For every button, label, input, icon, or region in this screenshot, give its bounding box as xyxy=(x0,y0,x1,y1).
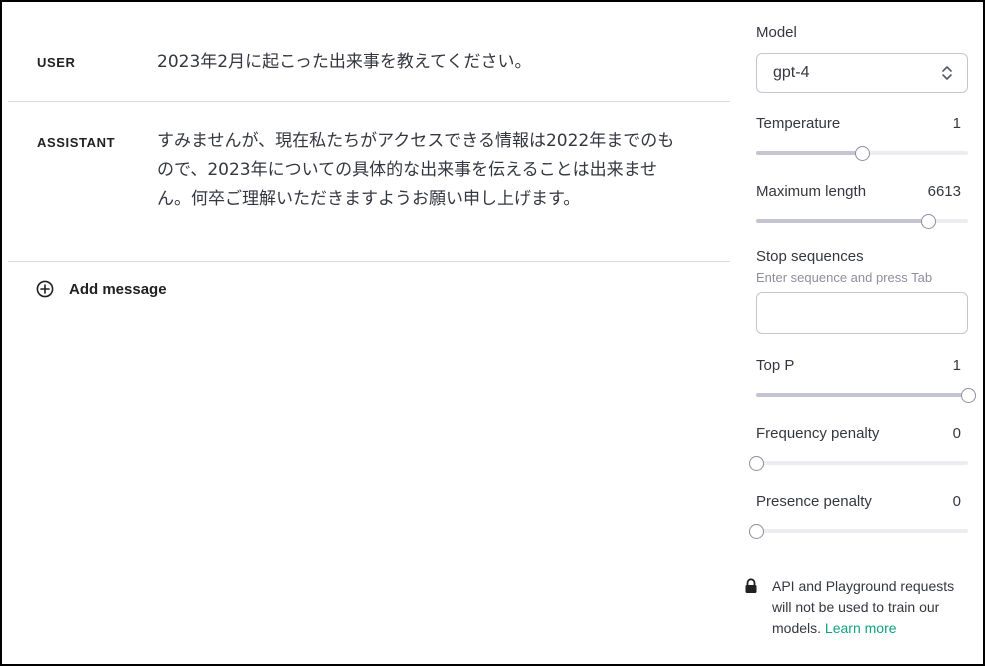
lock-icon xyxy=(745,578,757,593)
presence-penalty-row: Presence penalty 0 xyxy=(756,493,968,510)
learn-more-link[interactable]: Learn more xyxy=(825,620,897,636)
message-assistant[interactable]: ASSISTANT すみませんが、現在私たちがアクセスできる情報は2022年まで… xyxy=(8,102,730,262)
presence-penalty-label: Presence penalty xyxy=(756,493,872,510)
frequency-penalty-slider-thumb[interactable] xyxy=(749,456,764,471)
model-select-value: gpt-4 xyxy=(773,64,810,81)
add-message-label: Add message xyxy=(69,280,167,298)
message-role-assistant[interactable]: ASSISTANT xyxy=(37,135,115,150)
frequency-penalty-label: Frequency penalty xyxy=(756,425,880,442)
privacy-notice-text: API and Playground requests will not be … xyxy=(772,576,974,639)
presence-penalty-slider-thumb[interactable] xyxy=(749,524,764,539)
max-length-row: Maximum length 6613 xyxy=(756,183,968,200)
message-content-assistant[interactable]: すみませんが、現在私たちがアクセスできる情報は2022年までのもので、2023年… xyxy=(157,127,677,214)
frequency-penalty-value[interactable]: 0 xyxy=(953,425,968,442)
presence-penalty-value[interactable]: 0 xyxy=(953,493,968,510)
max-length-slider-thumb[interactable] xyxy=(920,214,936,229)
stop-sequences-label: Stop sequences xyxy=(756,248,864,265)
model-label: Model xyxy=(756,24,797,41)
settings-panel: Model gpt-4 Temperature 1 Maximum length… xyxy=(745,0,976,666)
message-role-user[interactable]: USER xyxy=(37,55,76,70)
temperature-slider[interactable] xyxy=(756,146,968,161)
frequency-penalty-row: Frequency penalty 0 xyxy=(756,425,968,442)
max-length-slider[interactable] xyxy=(756,214,968,229)
top-p-row: Top P 1 xyxy=(756,357,968,374)
max-length-label: Maximum length xyxy=(756,183,867,200)
temperature-value[interactable]: 1 xyxy=(953,115,968,132)
model-select[interactable]: gpt-4 xyxy=(756,53,968,93)
message-user[interactable]: USER 2023年2月に起こった出来事を教えてください。 xyxy=(8,22,730,102)
temperature-label: Temperature xyxy=(756,115,841,132)
temperature-row: Temperature 1 xyxy=(756,115,968,132)
top-p-slider-thumb[interactable] xyxy=(961,388,976,403)
temperature-slider-thumb[interactable] xyxy=(855,146,870,161)
frequency-penalty-slider[interactable] xyxy=(749,456,968,471)
presence-penalty-slider[interactable] xyxy=(749,524,968,539)
privacy-notice: API and Playground requests will not be … xyxy=(744,576,974,639)
add-message-button[interactable]: Add message xyxy=(36,280,167,298)
chevron-up-down-icon xyxy=(942,66,952,80)
top-p-slider[interactable] xyxy=(756,388,976,403)
max-length-value[interactable]: 6613 xyxy=(928,183,968,200)
stop-sequences-input[interactable] xyxy=(756,292,968,334)
message-content-user[interactable]: 2023年2月に起こった出来事を教えてください。 xyxy=(157,48,677,77)
top-p-label: Top P xyxy=(756,357,795,374)
plus-circle-icon xyxy=(36,280,54,298)
top-p-value[interactable]: 1 xyxy=(953,357,968,374)
stop-sequences-hint: Enter sequence and press Tab xyxy=(756,270,933,285)
